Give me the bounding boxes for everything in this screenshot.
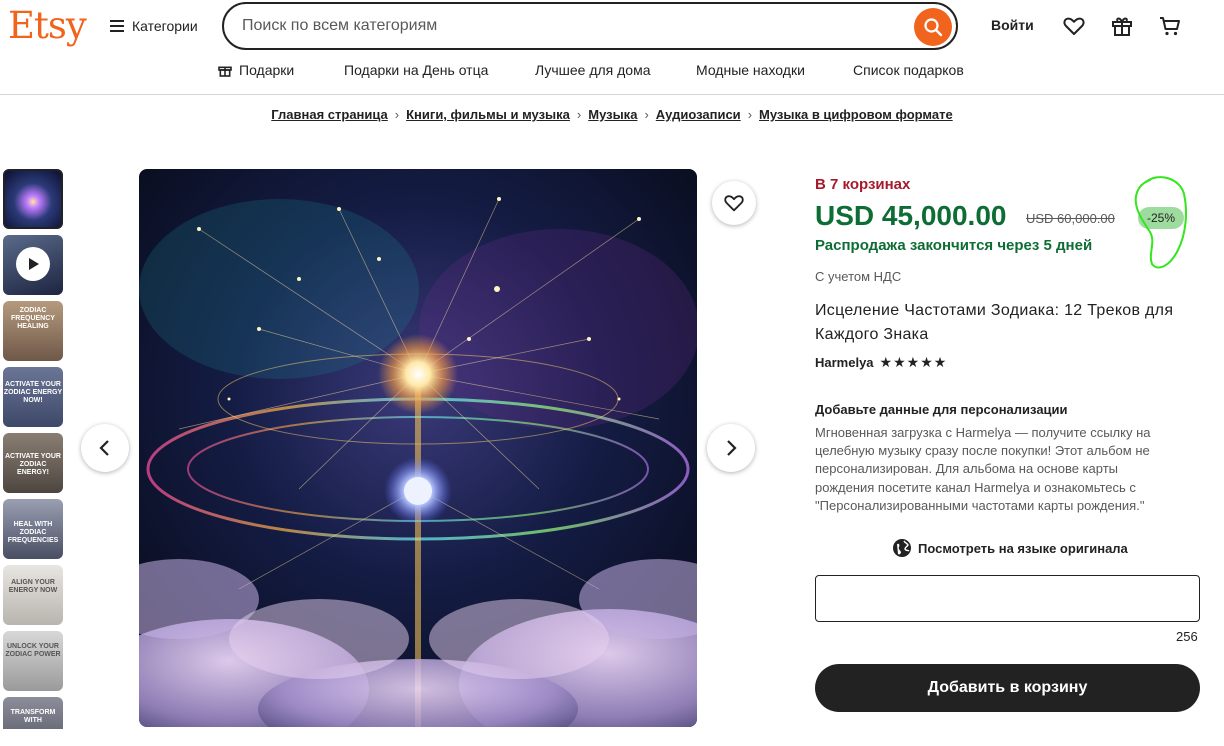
search-input[interactable] xyxy=(242,17,956,35)
chevron-right-icon: › xyxy=(747,107,753,122)
thumbnail-8[interactable]: UNLOCK YOUR ZODIAC POWER xyxy=(3,631,63,691)
thumbnail-9[interactable]: TRANSFORM WITH xyxy=(3,697,63,729)
header-divider xyxy=(0,94,1224,95)
chevron-right-icon: › xyxy=(394,107,400,122)
breadcrumb-link[interactable]: Книги, фильмы и музыка xyxy=(406,107,570,122)
thumbnail-7[interactable]: ALIGN YOUR ENERGY NOW xyxy=(3,565,63,625)
favorite-button[interactable] xyxy=(712,181,756,225)
breadcrumb-link[interactable]: Музыка в цифровом формате xyxy=(759,107,953,122)
vat-note: С учетом НДС xyxy=(815,269,902,284)
heart-icon xyxy=(1063,17,1085,35)
current-price: USD 45,000.00 xyxy=(815,200,1007,231)
in-carts-label: В 7 корзинах xyxy=(815,176,911,193)
nav-item-gift-list[interactable]: Список подарков xyxy=(853,62,964,78)
personalization-heading: Добавьте данные для персонализации xyxy=(815,402,1068,417)
search-bar xyxy=(222,2,958,50)
search-icon xyxy=(924,18,943,37)
cart-button[interactable] xyxy=(1157,13,1183,39)
add-to-cart-button[interactable]: Добавить в корзину xyxy=(815,664,1200,712)
gift-icon xyxy=(1112,17,1132,36)
discount-badge: -25% xyxy=(1138,207,1184,229)
view-original-language-label: Посмотреть на языке оригинала xyxy=(918,540,1128,556)
gifts-button[interactable] xyxy=(1109,13,1135,39)
thumbnail-video[interactable] xyxy=(3,235,63,295)
nav-item-label: Подарки xyxy=(239,62,295,78)
thumbnail-caption: ACTIVATE YOUR ZODIAC ENERGY NOW! xyxy=(3,381,63,404)
nav-item-fathers-day[interactable]: Подарки на День отца xyxy=(344,62,488,78)
heart-icon xyxy=(724,195,744,212)
original-price: USD 60,000.00 xyxy=(1026,211,1115,226)
nav-item-trends[interactable]: Модные находки xyxy=(696,62,805,78)
char-counter: 256 xyxy=(1176,629,1198,644)
menu-icon xyxy=(110,20,124,32)
chevron-right-icon: › xyxy=(576,107,582,122)
thumbnail-list: ZODIAC FREQUENCY HEALING ACTIVATE YOUR Z… xyxy=(3,169,63,729)
top-nav: Подарки Подарки на День отца Лучшее для … xyxy=(0,62,1224,82)
next-image-button[interactable] xyxy=(707,424,755,472)
chevron-right-icon: › xyxy=(644,107,649,122)
breadcrumb-link[interactable]: Аудиозаписи xyxy=(656,107,741,122)
product-image[interactable] xyxy=(139,169,697,727)
chevron-left-icon xyxy=(99,440,109,456)
nav-item-gifts[interactable]: Подарки xyxy=(217,62,294,78)
thumbnail-caption: ACTIVATE YOUR ZODIAC ENERGY! xyxy=(4,453,61,476)
thumbnail-5[interactable]: ACTIVATE YOUR ZODIAC ENERGY! xyxy=(3,433,63,493)
sale-countdown: Распродажа закончится через 5 дней xyxy=(815,237,1093,254)
star-rating-icon: ★★★★★ xyxy=(879,354,948,370)
breadcrumb-link[interactable]: Музыка xyxy=(588,107,637,122)
categories-button[interactable]: Категории xyxy=(110,14,198,38)
globe-icon xyxy=(893,539,911,557)
signin-link[interactable]: Войти xyxy=(991,17,1034,33)
product-title: Исцеление Частотами Зодиака: 12 Треков д… xyxy=(815,302,1174,343)
personalization-input[interactable] xyxy=(815,575,1200,622)
breadcrumb: Главная страница › Книги, фильмы и музык… xyxy=(0,107,1224,122)
thumbnail-1[interactable] xyxy=(3,169,63,229)
shop-info: Harmelya ★★★★★ xyxy=(815,354,947,371)
breadcrumb-link[interactable]: Главная страница xyxy=(271,107,387,122)
shop-name[interactable]: Harmelya xyxy=(815,355,874,370)
etsy-logo[interactable]: Etsy xyxy=(8,4,87,47)
prev-image-button[interactable] xyxy=(81,424,129,472)
cart-icon xyxy=(1160,17,1180,36)
thumbnail-caption: UNLOCK YOUR ZODIAC POWER xyxy=(5,643,61,658)
thumbnail-3[interactable]: ZODIAC FREQUENCY HEALING xyxy=(3,301,63,361)
gift-icon xyxy=(218,66,232,77)
view-original-language-button[interactable]: Посмотреть на языке оригинала xyxy=(892,538,1128,558)
thumbnail-caption: HEAL WITH ZODIAC FREQUENCIES xyxy=(7,521,59,544)
favorites-button[interactable] xyxy=(1061,13,1087,39)
thumbnail-4[interactable]: ACTIVATE YOUR ZODIAC ENERGY NOW! xyxy=(3,367,63,427)
thumbnail-6[interactable]: HEAL WITH ZODIAC FREQUENCIES xyxy=(3,499,63,559)
play-icon xyxy=(16,247,50,281)
personalization-description: Мгновенная загрузка с Harmelya — получит… xyxy=(815,425,1151,513)
chevron-right-icon xyxy=(727,440,737,456)
categories-label: Категории xyxy=(132,18,198,34)
cosmic-artwork xyxy=(139,169,697,727)
search-button[interactable] xyxy=(914,8,952,46)
thumbnail-caption: TRANSFORM WITH xyxy=(10,709,56,724)
thumbnail-caption: ZODIAC FREQUENCY HEALING xyxy=(11,307,55,330)
thumbnail-caption: ALIGN YOUR ENERGY NOW xyxy=(8,579,58,594)
nav-item-home[interactable]: Лучшее для дома xyxy=(535,62,651,78)
